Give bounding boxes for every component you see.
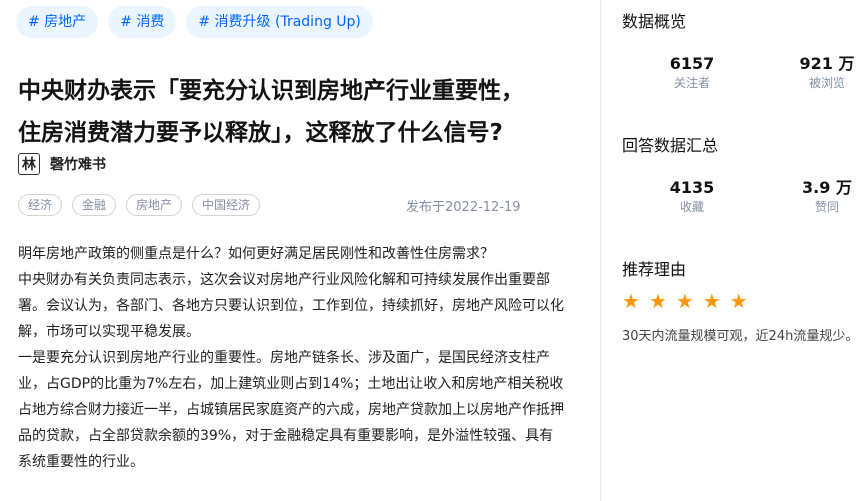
author-info[interactable]: 林 磬竹难书 — [18, 153, 106, 175]
author-name[interactable]: 磬竹难书 — [50, 154, 106, 174]
views-stat: 921 万 被浏览 — [782, 54, 865, 92]
star-icon: ★ — [702, 289, 721, 313]
topic-chip[interactable]: # 房地产 — [16, 6, 99, 38]
avatar[interactable]: 林 — [18, 153, 40, 175]
likes-count: 3.9 万 — [802, 178, 852, 197]
recommend-reason-title: 推荐理由 — [622, 260, 687, 279]
followers-stat: 6157 关注者 — [647, 54, 737, 92]
tag-chip[interactable]: 中国经济 — [192, 194, 261, 216]
tag-chip[interactable]: 经济 — [18, 194, 63, 216]
answer-summary-title: 回答数据汇总 — [622, 136, 719, 155]
tag-chip[interactable]: 房地产 — [126, 194, 183, 216]
column-divider — [600, 0, 601, 501]
overview-title: 数据概览 — [622, 12, 687, 31]
views-label: 被浏览 — [808, 76, 845, 90]
publish-date: 发布于2022-12-19 — [406, 200, 521, 215]
views-count: 921 万 — [799, 54, 855, 73]
favorites-label: 收藏 — [679, 200, 704, 214]
rating-stars: ★ ★ ★ ★ ★ — [622, 290, 748, 312]
question-title-line: 住房消费潜力要予以释放」，这释放了什么信号? — [18, 120, 503, 146]
topic-chip[interactable]: # 消费 — [108, 6, 177, 38]
star-icon: ★ — [729, 289, 748, 313]
star-icon: ★ — [622, 289, 640, 313]
topic-chip[interactable]: # 消费升级 (Trading Up) — [186, 6, 373, 38]
followers-label: 关注者 — [673, 76, 710, 90]
article-body: 明年房地产政策的侧重点是什么？如何更好满足居民刚性和改善性住房需求？ 中央财办有… — [18, 241, 566, 475]
paragraph: 一是要充分认识到房地产行业的重要性。房地产链条长、涉及面广，是国民经济支柱产业，… — [18, 350, 564, 470]
likes-stat: 3.9 万 赞同 — [782, 178, 865, 216]
topic-list: # 房地产 # 消费 # 消费升级 (Trading Up) — [16, 6, 373, 38]
favorites-stat: 4135 收藏 — [647, 178, 737, 216]
likes-label: 赞同 — [814, 200, 839, 214]
paragraph: 中央财办有关负责同志表示，这次会议对房地产行业风险化解和可持续发展作出重要部署。… — [18, 272, 564, 340]
question-title[interactable]: 中央财办表示「要充分认识到房地产行业重要性， 住房消费潜力要予以释放」，这释放了… — [18, 70, 578, 154]
question-title-line: 中央财办表示「要充分认识到房地产行业重要性， — [18, 78, 524, 104]
paragraph: 明年房地产政策的侧重点是什么？如何更好满足居民刚性和改善性住房需求？ — [18, 246, 494, 262]
favorites-count: 4135 — [669, 178, 715, 197]
star-icon: ★ — [675, 289, 694, 313]
recommend-reason-text: 30天内流量规模可观，近24h流量规少。 — [622, 329, 859, 344]
followers-count: 6157 — [669, 54, 715, 73]
tag-chip[interactable]: 金融 — [72, 194, 117, 216]
question-main: # 房地产 # 消费 # 消费升级 (Trading Up) 中央财办表示「要充… — [0, 0, 585, 501]
tag-list: 经济 金融 房地产 中国经济 — [18, 194, 261, 216]
star-icon: ★ — [648, 289, 667, 313]
sidebar: 数据概览 6157 关注者 921 万 被浏览 回答数据汇总 4135 收藏 3… — [622, 0, 865, 501]
